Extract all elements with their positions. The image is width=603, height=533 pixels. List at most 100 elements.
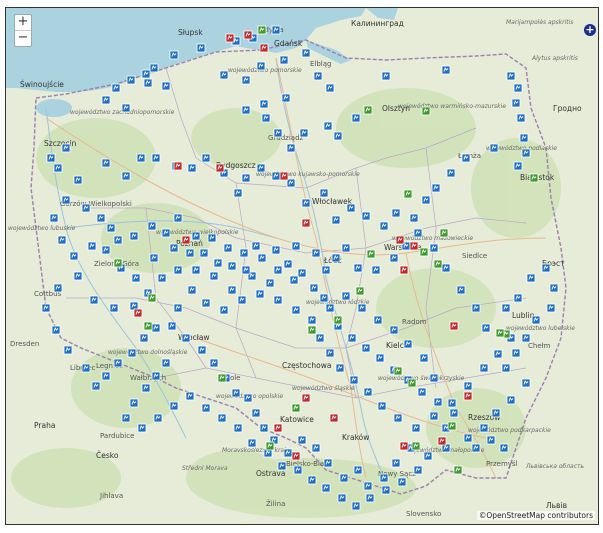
marker-blue[interactable] — [447, 398, 457, 408]
marker-blue[interactable] — [365, 493, 375, 503]
marker-blue[interactable] — [331, 253, 341, 263]
marker-blue[interactable] — [129, 398, 139, 408]
marker-green[interactable] — [355, 286, 365, 296]
marker-green[interactable] — [447, 421, 457, 431]
marker-blue[interactable] — [281, 93, 291, 103]
marker-blue[interactable] — [161, 358, 171, 368]
marker-blue[interactable] — [157, 273, 167, 283]
marker-blue[interactable] — [513, 83, 523, 93]
marker-blue[interactable] — [481, 323, 491, 333]
marker-blue[interactable] — [315, 333, 325, 343]
marker-blue[interactable] — [349, 375, 359, 385]
marker-blue[interactable] — [127, 348, 137, 358]
marker-red[interactable] — [225, 33, 235, 43]
marker-blue[interactable] — [143, 78, 153, 88]
marker-blue[interactable] — [341, 291, 351, 301]
marker-green[interactable] — [439, 228, 449, 238]
marker-blue[interactable] — [297, 435, 307, 445]
marker-blue[interactable] — [319, 293, 329, 303]
marker-blue[interactable] — [53, 283, 63, 293]
marker-blue[interactable] — [101, 371, 111, 381]
marker-blue[interactable] — [233, 423, 243, 433]
marker-blue[interactable] — [185, 391, 195, 401]
marker-blue[interactable] — [199, 248, 209, 258]
marker-red[interactable] — [395, 235, 405, 245]
marker-blue[interactable] — [301, 198, 311, 208]
marker-blue[interactable] — [511, 348, 521, 358]
marker-blue[interactable] — [227, 261, 237, 271]
marker-blue[interactable] — [167, 321, 177, 331]
marker-red[interactable] — [329, 413, 339, 423]
marker-blue[interactable] — [241, 75, 251, 85]
marker-blue[interactable] — [121, 103, 131, 113]
marker-red[interactable] — [291, 451, 301, 461]
marker-blue[interactable] — [153, 413, 163, 423]
marker-blue[interactable] — [169, 401, 179, 411]
marker-blue[interactable] — [339, 473, 349, 483]
marker-blue[interactable] — [259, 423, 269, 433]
marker-blue[interactable] — [219, 305, 229, 315]
marker-blue[interactable] — [251, 241, 261, 251]
marker-blue[interactable] — [113, 235, 123, 245]
marker-blue[interactable] — [391, 458, 401, 468]
marker-blue[interactable] — [113, 358, 123, 368]
marker-blue[interactable] — [227, 285, 237, 295]
marker-blue[interactable] — [449, 408, 459, 418]
marker-blue[interactable] — [126, 75, 136, 85]
marker-blue[interactable] — [389, 253, 399, 263]
marker-blue[interactable] — [429, 411, 439, 421]
marker-blue[interactable] — [511, 98, 521, 108]
marker-blue[interactable] — [46, 153, 56, 163]
marker-blue[interactable] — [289, 275, 299, 285]
marker-blue[interactable] — [331, 215, 341, 225]
marker-blue[interactable] — [81, 203, 91, 213]
marker-blue[interactable] — [273, 265, 283, 275]
marker-blue[interactable] — [341, 243, 351, 253]
marker-red[interactable] — [449, 321, 459, 331]
marker-green[interactable] — [363, 105, 373, 115]
marker-blue[interactable] — [413, 228, 423, 238]
marker-blue[interactable] — [441, 263, 451, 273]
marker-blue[interactable] — [237, 295, 247, 305]
marker-blue[interactable] — [325, 83, 335, 93]
marker-blue[interactable] — [187, 163, 197, 173]
marker-blue[interactable] — [347, 333, 357, 343]
marker-blue[interactable] — [141, 69, 151, 79]
marker-blue[interactable] — [321, 265, 331, 275]
marker-blue[interactable] — [137, 423, 147, 433]
marker-blue[interactable] — [151, 371, 161, 381]
marker-red[interactable] — [243, 30, 253, 40]
marker-blue[interactable] — [257, 253, 267, 263]
marker-red[interactable] — [279, 171, 289, 181]
marker-blue[interactable] — [63, 345, 73, 355]
marker-blue[interactable] — [243, 393, 253, 403]
marker-blue[interactable] — [131, 273, 141, 283]
marker-blue[interactable] — [286, 143, 296, 153]
marker-blue[interactable] — [101, 158, 111, 168]
marker-blue[interactable] — [149, 253, 159, 263]
marker-blue[interactable] — [353, 465, 363, 475]
marker-blue[interactable] — [209, 358, 219, 368]
marker-blue[interactable] — [196, 43, 206, 53]
marker-blue[interactable] — [255, 289, 265, 299]
marker-blue[interactable] — [247, 438, 257, 448]
marker-blue[interactable] — [313, 71, 323, 81]
marker-blue[interactable] — [61, 143, 71, 153]
marker-blue[interactable] — [106, 223, 116, 233]
marker-blue[interactable] — [251, 408, 261, 418]
marker-blue[interactable] — [519, 133, 529, 143]
marker-red[interactable] — [301, 393, 311, 403]
marker-blue[interactable] — [486, 435, 496, 445]
marker-blue[interactable] — [241, 173, 251, 183]
marker-blue[interactable] — [273, 128, 283, 138]
marker-blue[interactable] — [219, 70, 229, 80]
marker-blue[interactable] — [463, 433, 473, 443]
marker-blue[interactable] — [371, 265, 381, 275]
marker-blue[interactable] — [351, 501, 361, 511]
marker-blue[interactable] — [293, 465, 303, 475]
marker-blue[interactable] — [325, 303, 335, 313]
marker-blue[interactable] — [351, 113, 361, 123]
marker-green[interactable] — [453, 465, 463, 475]
marker-blue[interactable] — [501, 363, 511, 373]
marker-blue[interactable] — [239, 248, 249, 258]
